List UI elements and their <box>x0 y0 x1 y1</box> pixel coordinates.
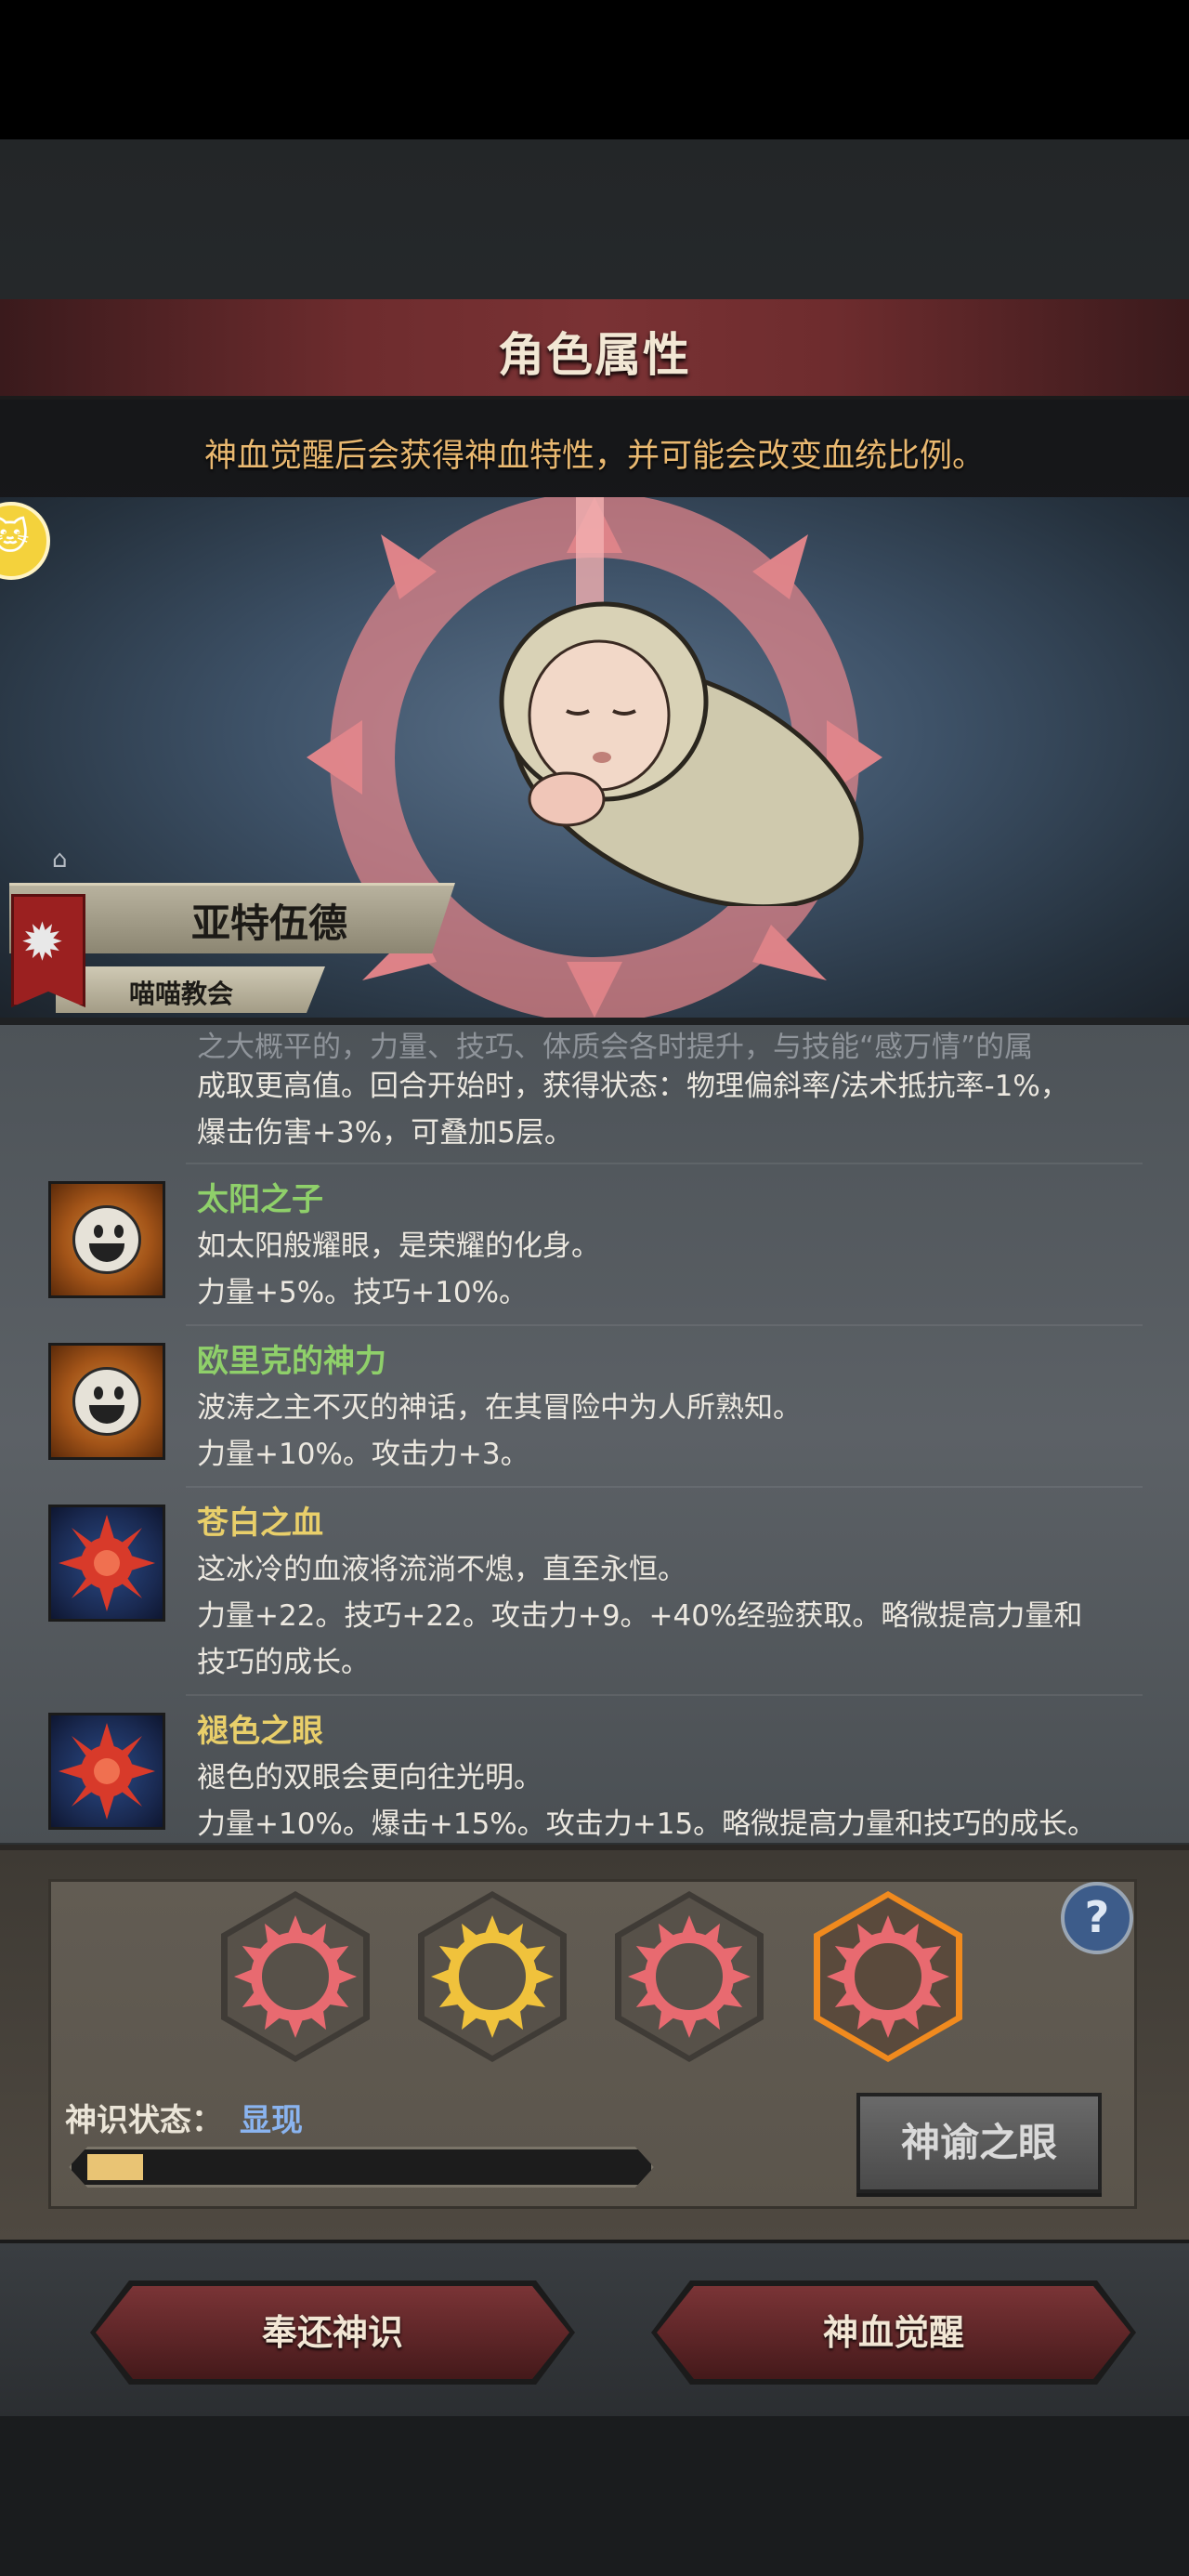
trait-effect-line: 爆击伤害+3%，可叠加5层。 <box>197 1116 573 1150</box>
oracle-eye-button[interactable]: 神谕之眼 <box>856 2093 1102 2193</box>
baby-figure <box>499 601 864 906</box>
red-sun-icon <box>48 1713 165 1830</box>
divider <box>186 1694 1143 1696</box>
trait-desc: 这冰冷的血液将流淌不熄，直至永恒。 <box>197 1553 686 1586</box>
divine-sense-progress <box>69 2147 654 2188</box>
return-sense-button[interactable]: 奉还神识 <box>96 2286 569 2379</box>
divider <box>186 1486 1143 1488</box>
page-title: 角色属性 <box>498 328 691 382</box>
trait-name: 欧里克的神力 <box>197 1343 386 1380</box>
status-bar-area <box>0 0 1189 139</box>
awakening-hint: 神血觉醒后会获得神血特性，并可能会改变血统比例。 <box>203 438 985 475</box>
divine-sense-state-label: 神识状态： <box>65 2102 223 2139</box>
character-name: 亚特伍德 <box>190 900 347 946</box>
smile-icon <box>48 1343 165 1460</box>
trait-name: 太阳之子 <box>197 1181 323 1218</box>
trait-desc: 如太阳般耀眼，是荣耀的化身。 <box>197 1229 600 1263</box>
divider <box>186 1163 1143 1164</box>
divider <box>186 1324 1143 1326</box>
red-sun-icon <box>48 1505 165 1622</box>
trait-effect: 力量+10%。攻击力+3。 <box>197 1438 529 1471</box>
trait-effect: 力量+10%。爆击+15%。攻击力+15。略微提高力量和技巧的成长。 <box>197 1807 1097 1841</box>
home-icon: ⌂ <box>52 846 68 874</box>
help-button[interactable]: ? <box>1061 1882 1133 1954</box>
trait-effect: 力量+5%。技巧+10%。 <box>197 1276 529 1309</box>
sun-icon: ✹ <box>20 913 64 973</box>
trait-effect: 力量+22。技巧+22。攻击力+9。+40%经验获取。略微提高力量和 <box>197 1599 1083 1633</box>
divine-sense-state-value: 显现 <box>240 2102 303 2139</box>
trait-name: 苍白之血 <box>197 1505 323 1542</box>
trait-effect: 技巧的成长。 <box>197 1646 370 1679</box>
trait-list[interactable]: 之大概平的，力量、技巧、体质会各时提升，与技能“感万情”的属 成取更高值。回合开… <box>0 1025 1189 1843</box>
guild-name: 喵喵教会 <box>128 979 233 1009</box>
blood-awaken-button[interactable]: 神血觉醒 <box>657 2286 1130 2379</box>
bottom-area <box>0 2416 1189 2576</box>
divine-sense-progress-fill <box>87 2154 143 2180</box>
trait-effect-line: 成取更高值。回合开始时，获得状态：物理偏斜率/法术抵抗率-1%， <box>197 1070 1069 1103</box>
smile-icon <box>48 1181 165 1298</box>
trait-name: 褪色之眼 <box>197 1713 323 1750</box>
trait-desc: 褪色的双眼会更向往光明。 <box>197 1761 542 1794</box>
trait-desc-partial: 之大概平的，力量、技巧、体质会各时提升，与技能“感万情”的属 <box>197 1031 1034 1064</box>
cat-icon: 🐱 <box>0 516 30 559</box>
trait-desc: 波涛之主不灭的神话，在其冒险中为人所熟知。 <box>197 1391 802 1425</box>
